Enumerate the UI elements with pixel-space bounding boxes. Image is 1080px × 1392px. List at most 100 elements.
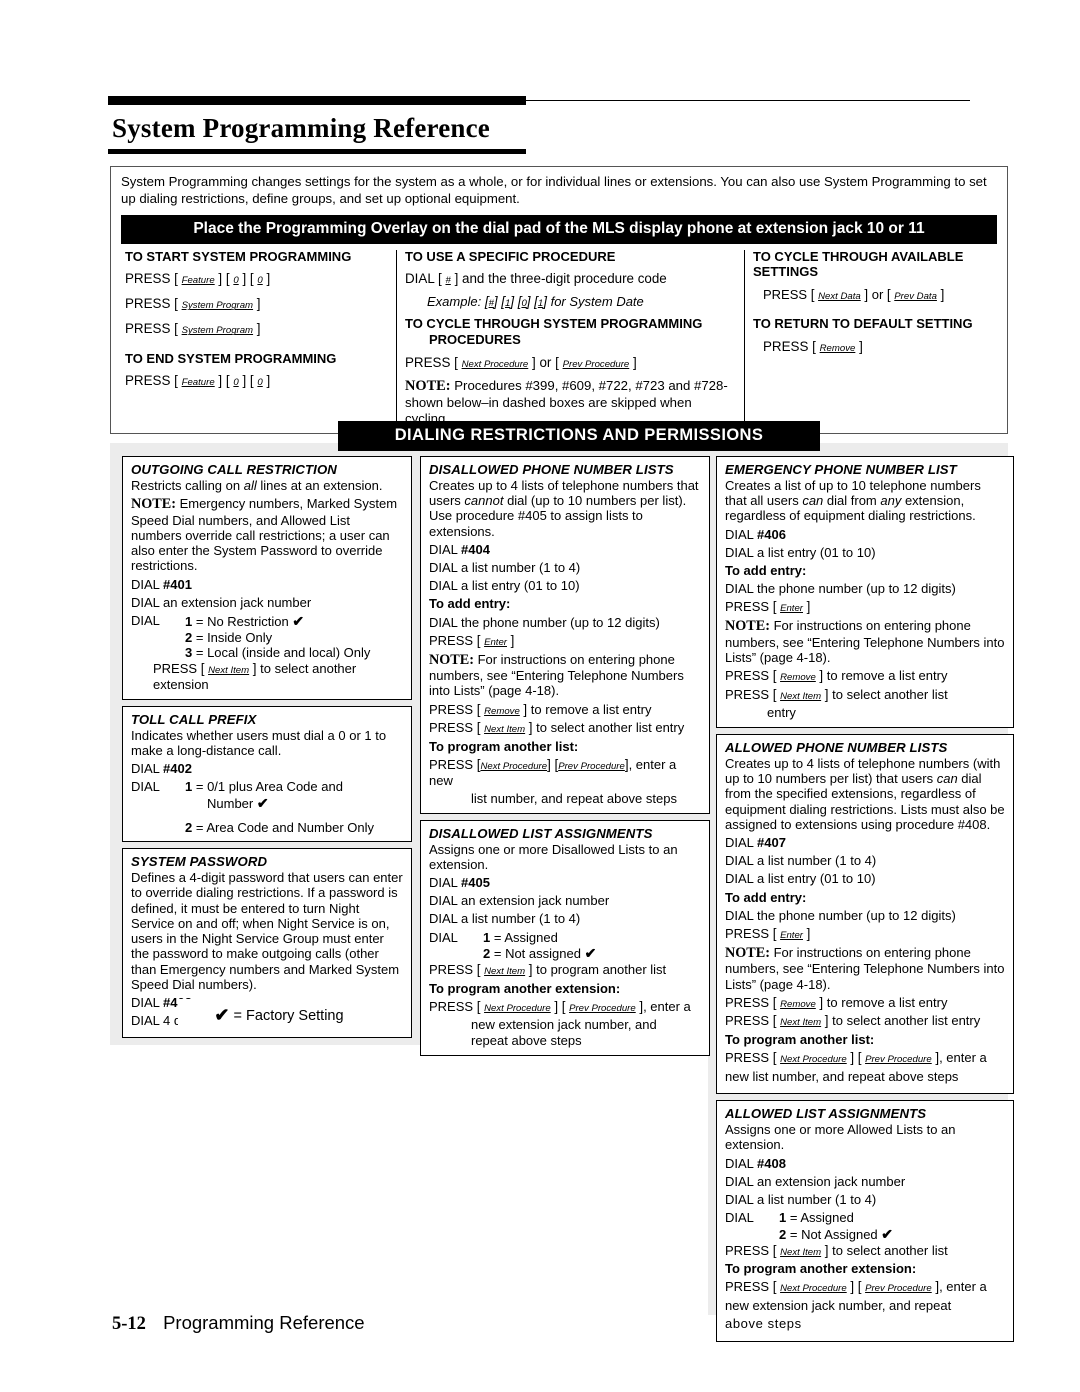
- key-system-program-1: System Program: [181, 300, 254, 312]
- key-prev-data: Prev Data: [894, 290, 937, 302]
- key-prev-procedure: Prev Procedure: [569, 1002, 636, 1014]
- key-enter: Enter: [780, 930, 803, 942]
- dial-code-line: DIAL #401: [131, 576, 192, 592]
- dial-option-1: DIAL 1 = 0/1 plus Area Code and: [131, 779, 343, 795]
- key-feature-end: Feature: [181, 377, 215, 389]
- press-next-item-line: PRESS [ Next Item ] to select another li…: [725, 1013, 981, 1029]
- box-title: OUTGOING CALL RESTRICTION: [131, 462, 337, 477]
- dial-phone-number-line: DIAL the phone number (up to 12 digits): [725, 907, 956, 923]
- press-procedures-line-cont: new extension jack number, and: [471, 1017, 657, 1033]
- heading-end-programming: TO END SYSTEM PROGRAMMING: [125, 350, 337, 366]
- key-remove: Remove: [780, 998, 816, 1010]
- dial-option-1-cont: Number ✔: [207, 794, 269, 811]
- box-disallowed-list-assignments: DISALLOWED LIST ASSIGNMENTS Assigns one …: [420, 819, 710, 1056]
- box-emergency-phone-number-list: EMERGENCY PHONE NUMBER LIST Creates a li…: [716, 456, 1014, 729]
- box-title: TOLL CALL PREFIX: [131, 711, 257, 727]
- key-next-data: Next Data: [818, 290, 861, 302]
- page-title-block: System Programming Reference: [108, 96, 970, 154]
- dial-option-1: DIAL 1 = Assigned: [725, 1210, 854, 1226]
- press-procedures-line: PRESS [ Next Procedure ] [ Prev Procedur…: [725, 1279, 987, 1295]
- key-next-procedure: Next Procedure: [484, 1002, 551, 1014]
- key-remove: Remove: [780, 672, 816, 684]
- factory-setting-legend: ✔ = Factory Setting: [178, 999, 380, 1034]
- box-title: DISALLOWED LIST ASSIGNMENTS: [429, 825, 653, 841]
- box-description: Restricts calling on all lines at an ext…: [131, 478, 383, 493]
- procedures-column-2: DISALLOWED PHONE NUMBER LISTS Creates up…: [420, 456, 710, 1062]
- dial-phone-number-line: DIAL the phone number (up to 12 digits): [429, 614, 660, 630]
- example-rest: for System Date: [550, 294, 644, 310]
- legend-text: = Factory Setting: [233, 1008, 344, 1024]
- example-label: Example:: [427, 294, 482, 310]
- add-entry-heading: To add entry:: [725, 563, 807, 579]
- heading-cycle-procedures-line2: PROCEDURES: [429, 331, 521, 347]
- dial-list-entry-line: DIAL a list entry (01 to 10): [725, 544, 876, 560]
- heading-cycle-settings-line2: SETTINGS: [753, 264, 819, 280]
- key-zero-end-a: 0: [233, 377, 239, 389]
- press-procedures-line-cont: new extension jack number, and repeat: [725, 1298, 952, 1314]
- procedures-column-1: OUTGOING CALL RESTRICTION Restricts call…: [122, 456, 412, 1044]
- box-note: NOTE: For instructions on entering phone…: [725, 618, 1005, 665]
- procedure-code: #405: [461, 874, 490, 890]
- key-feature: Feature: [181, 275, 215, 287]
- dial-pound-line: DIAL [ # ] and the three-digit procedure…: [405, 271, 667, 287]
- heading-cycle-settings-line1: TO CYCLE THROUGH AVAILABLE: [753, 248, 964, 264]
- dial-list-number-line: DIAL a list number (1 to 4): [429, 911, 581, 927]
- key-prev-procedure: Prev Procedure: [865, 1283, 932, 1295]
- press-remove-line: PRESS [ Remove ] to remove a list entry: [429, 701, 652, 717]
- procedure-code: #408: [757, 1155, 786, 1171]
- key-pound: #: [445, 275, 451, 287]
- key-next-item: Next Item: [780, 690, 822, 702]
- key-next-item: Next Item: [484, 965, 526, 977]
- box-title: ALLOWED PHONE NUMBER LISTS: [725, 740, 948, 756]
- box-allowed-list-assignments: ALLOWED LIST ASSIGNMENTS Assigns one or …: [716, 1100, 1014, 1342]
- dial-option-2: 2 = Inside Only: [185, 629, 273, 645]
- cycle-note: NOTE: Procedures #399, #609, #722, #723 …: [405, 378, 736, 427]
- press-label: PRESS: [763, 286, 808, 302]
- footer-title: Programming Reference: [163, 1312, 365, 1333]
- dial-rest-text: and the three-digit procedure code: [462, 271, 667, 287]
- dial-code-line: DIAL #406: [725, 526, 786, 542]
- key-remove: Remove: [484, 705, 520, 717]
- key-next-procedure: Next Procedure: [780, 1054, 847, 1066]
- programming-instructions-box: System Programming changes settings for …: [110, 166, 1008, 434]
- dial-code-line: DIAL #407: [725, 835, 786, 851]
- page-footer: 5-12 Programming Reference: [112, 1312, 365, 1335]
- press-procedures-line-cont: list number, and repeat above steps: [471, 790, 677, 806]
- box-toll-call-prefix: TOLL CALL PREFIX Indicates whether users…: [122, 705, 412, 843]
- press-system-program-line-2: PRESS [ System Program ]: [125, 321, 261, 337]
- press-label: PRESS: [125, 321, 171, 337]
- press-label: PRESS: [125, 373, 171, 389]
- box-allowed-phone-number-lists: ALLOWED PHONE NUMBER LISTS Creates up to…: [716, 734, 1014, 1095]
- box-description: Creates a list of up to 10 telephone num…: [725, 478, 981, 524]
- or-label: or: [539, 354, 552, 370]
- title-rule-bottom: [108, 149, 526, 154]
- overlay-banner: Place the Programming Overlay on the dia…: [121, 214, 997, 244]
- box-title: DISALLOWED PHONE NUMBER LISTS: [429, 462, 674, 477]
- note-text: Procedures #399, #609, #722, #723 and #7…: [405, 377, 728, 426]
- press-label: PRESS: [405, 354, 451, 370]
- program-another-list-heading: To program another list:: [725, 1032, 875, 1048]
- box-description: Assigns one or more Allowed Lists to an …: [725, 1122, 956, 1153]
- heading-specific-procedure: TO USE A SPECIFIC PROCEDURE: [405, 248, 616, 264]
- press-next-item-line: PRESS [ Next Item ] to select another li…: [725, 1242, 948, 1258]
- box-description: Defines a 4-digit password that users ca…: [131, 870, 403, 992]
- procedure-code: #404: [461, 541, 490, 557]
- dial-list-number-line: DIAL a list number (1 to 4): [429, 560, 581, 576]
- dial-jack-line: DIAL an extension jack number: [725, 1173, 906, 1189]
- press-procedures-line-cont2: repeat above steps: [471, 1033, 582, 1049]
- key-remove: Remove: [819, 342, 856, 354]
- key-next-item: Next Item: [208, 665, 250, 677]
- key-prev-procedure: Prev Procedure: [865, 1054, 932, 1066]
- box-title: SYSTEM PASSWORD: [131, 854, 268, 870]
- press-enter-line: PRESS [ Enter ]: [429, 632, 515, 648]
- press-next-item-line-cont: entry: [767, 705, 796, 721]
- press-feature-00-end-line: PRESS [ Feature ] [ 0 ] [ 0 ]: [125, 373, 271, 389]
- press-next-item-line: PRESS [ Next Item ] to select another ex…: [153, 661, 357, 693]
- factory-check-icon: ✔: [256, 794, 269, 811]
- factory-check-icon: ✔: [881, 1225, 894, 1242]
- press-enter-line: PRESS [ Enter ]: [725, 599, 811, 615]
- key-zero-b: 0: [257, 275, 263, 287]
- key-prev-procedure: Prev Procedure: [558, 761, 625, 773]
- press-procedures-line: PRESS [ Next Procedure ] [ Prev Procedur…: [725, 1050, 987, 1066]
- page-number: 5-12: [112, 1314, 146, 1334]
